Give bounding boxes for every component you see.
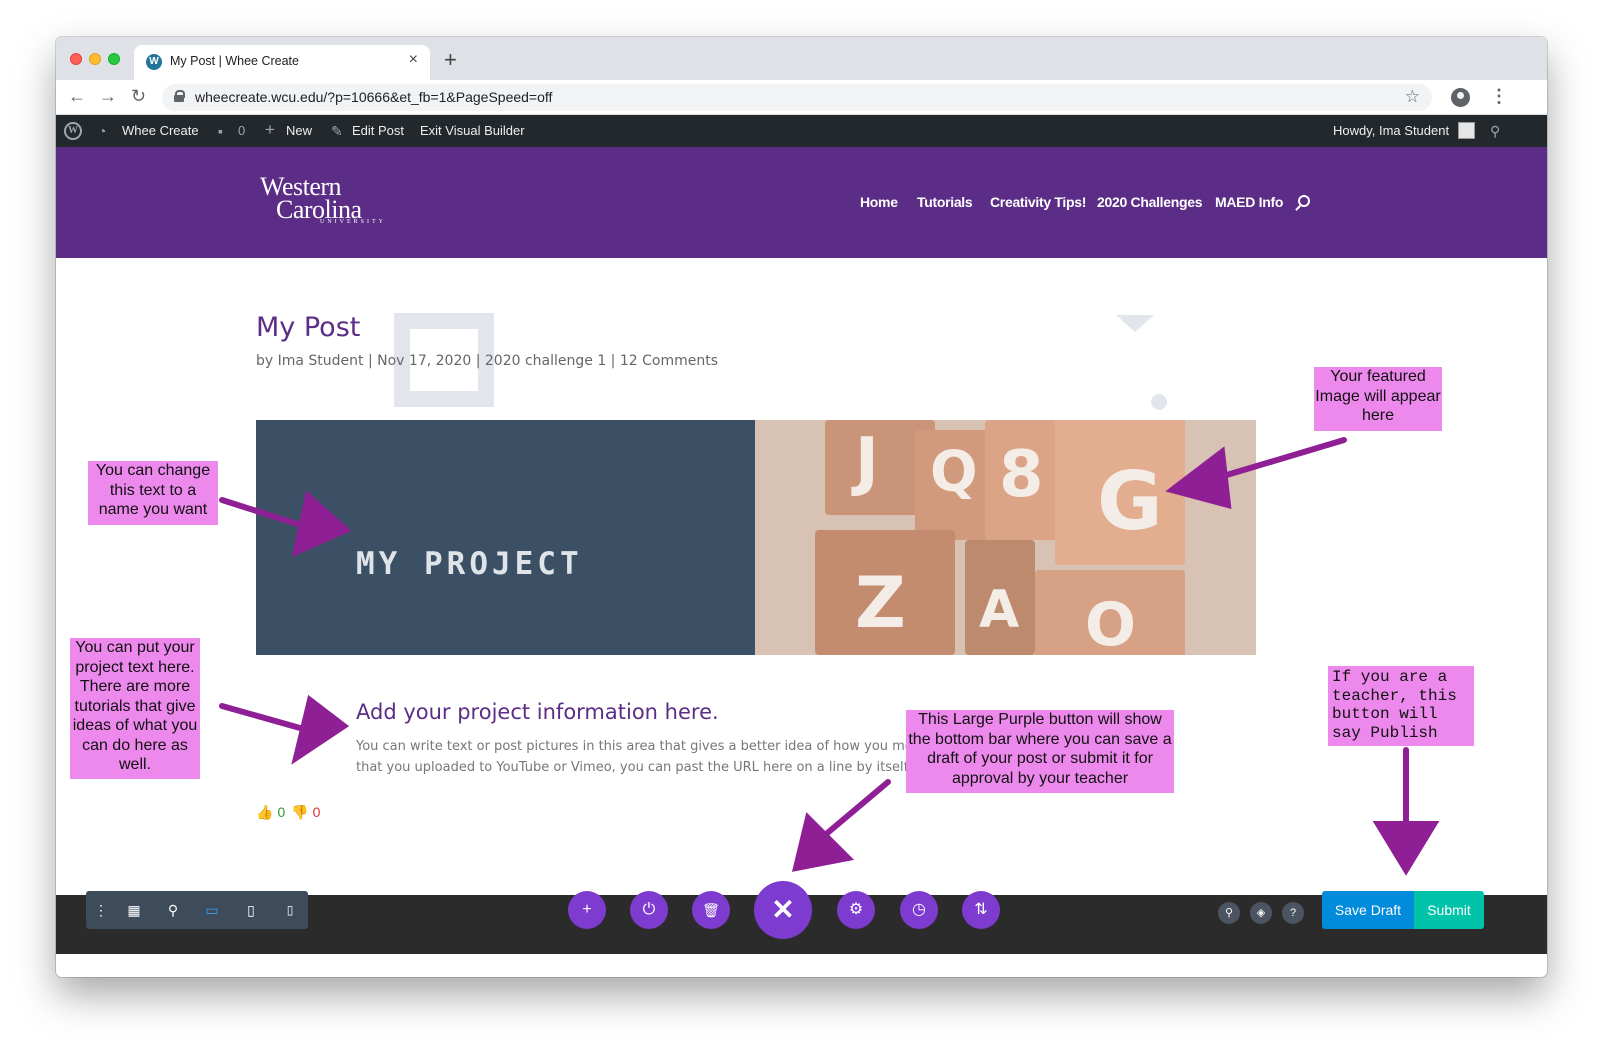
- view-mode-toolbar: ⋮ ▦ ⚲ ▭ ▯ ▯: [86, 891, 308, 929]
- nav-home[interactable]: Home: [860, 194, 898, 210]
- tab-title: My Post | Whee Create: [170, 54, 299, 68]
- plus-icon: +: [265, 120, 275, 139]
- browser-toolbar: ← → ↻ wheecreate.wcu.edu/?p=10666&et_fb=…: [56, 80, 1547, 115]
- section-title[interactable]: Add your project information here.: [356, 700, 719, 724]
- browser-tab[interactable]: W My Post | Whee Create ×: [134, 45, 430, 80]
- thumbs-down-icon[interactable]: 👎: [291, 804, 308, 820]
- more-options-icon[interactable]: ⋮: [91, 900, 111, 920]
- browser-window: W My Post | Whee Create × + ← → ↻ wheecr…: [56, 37, 1547, 977]
- teacher-note: If you are a teacher, this button will s…: [1328, 666, 1474, 746]
- wp-admin-bar: W ◔ Whee Create ▪ 0 + New ✎ Edit Post Ex…: [56, 115, 1547, 147]
- load-layout-button[interactable]: ⏻: [630, 891, 668, 929]
- profile-avatar-icon[interactable]: [1451, 88, 1470, 107]
- wordpress-logo-icon[interactable]: W: [64, 122, 82, 140]
- letter-block: A: [965, 540, 1035, 655]
- pencil-icon: ✎: [331, 123, 343, 139]
- hero-title[interactable]: MY PROJECT: [356, 546, 583, 582]
- clear-layout-button[interactable]: 🗑: [692, 891, 730, 929]
- howdy-user-link[interactable]: Howdy, Ima Student: [1333, 123, 1449, 138]
- minimize-window-button[interactable]: [89, 53, 101, 65]
- submit-button[interactable]: Submit: [1414, 891, 1484, 929]
- post-title[interactable]: My Post: [256, 312, 360, 343]
- site-header: Western Carolina UNIVERSITY Home Tutoria…: [56, 147, 1547, 258]
- save-draft-button[interactable]: Save Draft: [1322, 891, 1414, 929]
- like-count: 0: [277, 804, 286, 820]
- comments-count[interactable]: 0: [238, 123, 245, 138]
- divi-builder-bar: ⋮ ▦ ⚲ ▭ ▯ ▯ + ⏻ 🗑 ✕ ⚙ ◷ ⇅ ⚲ ◈ ? Save Dra…: [56, 881, 1547, 954]
- featured-image-note: Your featured Image will appear here: [1314, 367, 1442, 431]
- nav-tutorials[interactable]: Tutorials: [917, 194, 973, 210]
- portability-button[interactable]: ⇅: [962, 891, 1000, 929]
- wireframe-view-icon[interactable]: ▦: [124, 900, 144, 920]
- add-module-button[interactable]: +: [568, 891, 606, 929]
- nav-2020-challenges[interactable]: 2020 Challenges: [1097, 194, 1203, 210]
- wordpress-favicon-icon: W: [146, 54, 162, 70]
- zoom-icon[interactable]: ⚲: [163, 900, 183, 920]
- exit-visual-builder-link[interactable]: Exit Visual Builder: [420, 123, 525, 138]
- new-link[interactable]: New: [286, 123, 312, 138]
- post-meta: by Ima Student | Nov 17, 2020 | 2020 cha…: [256, 353, 718, 369]
- like-dislike: 👍 0 👎 0: [256, 804, 320, 821]
- new-tab-button[interactable]: +: [444, 47, 457, 73]
- forward-arrow-icon[interactable]: →: [99, 86, 117, 107]
- user-avatar[interactable]: [1458, 122, 1475, 139]
- lock-icon: [174, 90, 185, 102]
- maximize-window-button[interactable]: [108, 53, 120, 65]
- western-carolina-logo[interactable]: Western Carolina UNIVERSITY: [260, 174, 386, 226]
- layers-icon[interactable]: ◈: [1250, 902, 1272, 924]
- find-replace-icon[interactable]: ⚲: [1218, 902, 1240, 924]
- site-name-link[interactable]: Whee Create: [122, 123, 199, 138]
- thumbs-up-icon[interactable]: 👍: [256, 804, 273, 820]
- screenshot-stage: W My Post | Whee Create × + ← → ↻ wheecr…: [0, 0, 1602, 1049]
- phone-view-icon[interactable]: ▯: [280, 900, 300, 920]
- letter-block: 8: [985, 420, 1065, 540]
- comment-icon: ▪: [218, 123, 223, 139]
- back-arrow-icon[interactable]: ←: [68, 86, 86, 107]
- tab-close-icon[interactable]: ×: [409, 51, 418, 69]
- letter-block: Z: [815, 530, 955, 655]
- edit-post-link[interactable]: Edit Post: [352, 123, 404, 138]
- search-icon[interactable]: ⚲: [1490, 123, 1500, 140]
- reload-icon[interactable]: ↻: [131, 86, 146, 107]
- close-bar-button[interactable]: ✕: [754, 881, 812, 939]
- history-button[interactable]: ◷: [900, 891, 938, 929]
- section-body[interactable]: You can write text or post pictures in t…: [356, 736, 916, 780]
- project-text-note: You can put your project text here. Ther…: [70, 638, 200, 779]
- post-content: My Post by Ima Student | Nov 17, 2020 | …: [56, 258, 1547, 895]
- letter-block: O: [1035, 570, 1185, 655]
- logo-line-2: Carolina: [276, 195, 362, 224]
- browser-menu-icon[interactable]: ⋮: [1490, 86, 1508, 107]
- page-settings-button[interactable]: ⚙: [837, 891, 875, 929]
- address-bar[interactable]: wheecreate.wcu.edu/?p=10666&et_fb=1&Page…: [162, 84, 1432, 111]
- decorative-triangle: [1116, 315, 1154, 332]
- purple-button-note: This Large Purple button will show the b…: [906, 710, 1174, 793]
- dislike-count: 0: [312, 804, 321, 820]
- decorative-dot: [1151, 394, 1167, 410]
- close-window-button[interactable]: [70, 53, 82, 65]
- header-search-icon[interactable]: [1298, 195, 1310, 207]
- logo-line-3: UNIVERSITY: [320, 219, 386, 225]
- section-body-line-1: You can write text or post pictures in t…: [356, 739, 916, 754]
- nav-maed-info[interactable]: MAED Info: [1215, 194, 1283, 210]
- browser-tab-bar: W My Post | Whee Create × +: [56, 37, 1547, 80]
- letter-block: G: [1055, 420, 1185, 565]
- featured-image[interactable]: J Q 8 G Z A O: [755, 420, 1256, 655]
- nav-creativity-tips[interactable]: Creativity Tips!: [990, 194, 1086, 210]
- change-text-note: You can change this text to a name you w…: [88, 461, 218, 525]
- desktop-view-icon[interactable]: ▭: [202, 900, 222, 920]
- tablet-view-icon[interactable]: ▯: [241, 900, 261, 920]
- url-text[interactable]: wheecreate.wcu.edu/?p=10666&et_fb=1&Page…: [195, 89, 552, 105]
- help-icon[interactable]: ?: [1282, 902, 1304, 924]
- hero-text-panel[interactable]: MY PROJECT: [256, 420, 755, 655]
- dashboard-gauge-icon: ◔: [98, 123, 107, 139]
- bookmark-star-icon[interactable]: ☆: [1405, 87, 1420, 107]
- section-body-line-2: that you uploaded to YouTube or Vimeo, y…: [356, 760, 916, 775]
